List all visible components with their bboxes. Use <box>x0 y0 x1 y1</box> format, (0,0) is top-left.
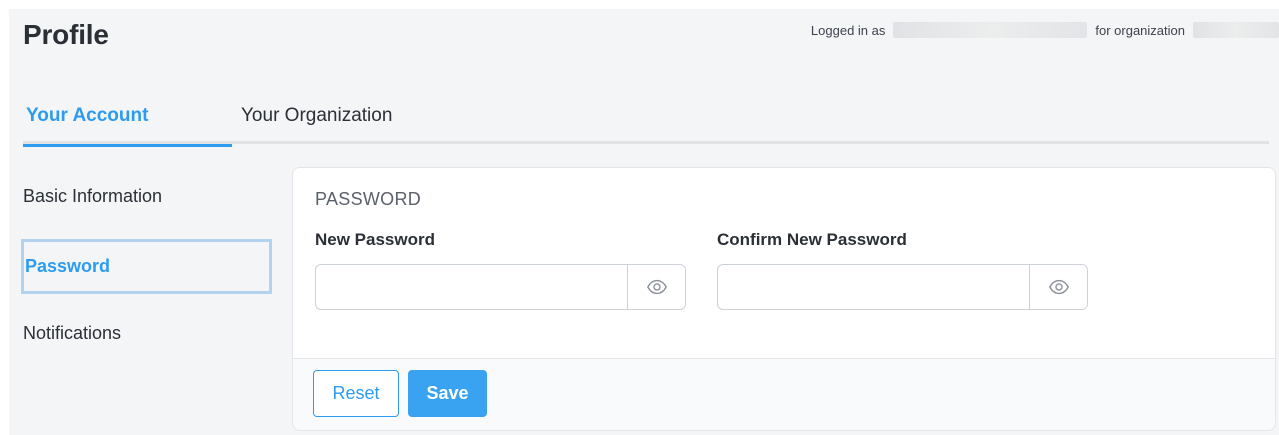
redacted-username <box>893 22 1088 38</box>
section-title: PASSWORD <box>315 189 422 209</box>
logged-in-label: Logged in as <box>810 22 886 38</box>
confirm-password-group <box>717 264 1088 310</box>
profile-page: Profile Logged in as for organization Yo… <box>9 9 1279 435</box>
sidebar-item-basic-information[interactable]: Basic Information <box>23 186 162 207</box>
save-button[interactable]: Save <box>408 370 487 417</box>
profile-tabs: Your Account Your Organization <box>23 97 1269 147</box>
tab-your-organization[interactable]: Your Organization <box>238 97 395 144</box>
password-card: PASSWORD New Password Confirm New Passwo… <box>292 167 1276 431</box>
page-title: Profile <box>23 19 109 50</box>
confirm-password-label: Confirm New Password <box>717 230 907 249</box>
card-footer: Reset Save <box>293 358 1275 430</box>
toggle-confirm-password-visibility-button[interactable] <box>1029 265 1087 309</box>
new-password-label: New Password <box>315 230 435 249</box>
eye-icon <box>646 279 667 295</box>
reset-button[interactable]: Reset <box>313 370 399 417</box>
login-info: Logged in as for organization <box>811 22 1279 38</box>
tab-your-account[interactable]: Your Account <box>23 97 232 147</box>
sidebar-item-notifications[interactable]: Notifications <box>23 323 121 344</box>
organization-label: for organization <box>1095 22 1185 38</box>
confirm-password-input[interactable] <box>718 265 1029 309</box>
toggle-new-password-visibility-button[interactable] <box>627 265 685 309</box>
new-password-group <box>315 264 686 310</box>
redacted-organization <box>1193 22 1279 38</box>
eye-icon <box>1048 279 1069 295</box>
sidebar-item-password[interactable]: Password <box>21 239 272 294</box>
new-password-input[interactable] <box>316 265 627 309</box>
